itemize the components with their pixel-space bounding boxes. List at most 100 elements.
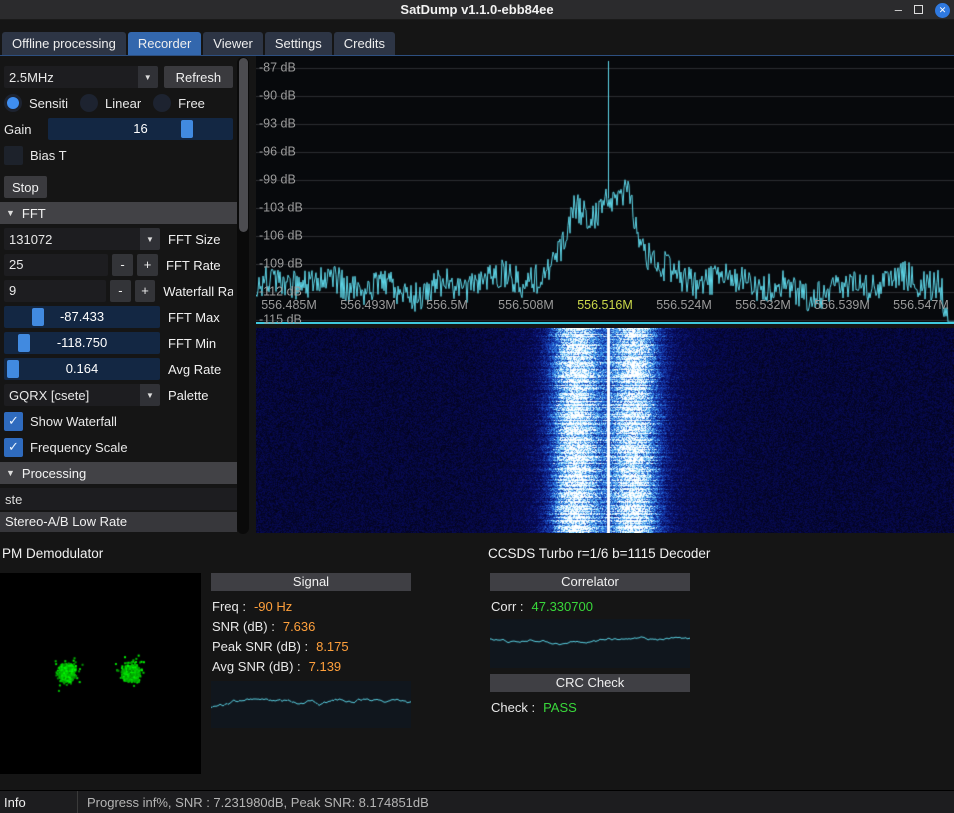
maximize-icon bbox=[914, 5, 923, 14]
crc-check-row: Check : PASS bbox=[490, 698, 690, 718]
db-tick-label: -103 dB bbox=[259, 200, 303, 214]
db-tick-label: -109 dB bbox=[259, 256, 303, 270]
gain-slider[interactable]: 16 bbox=[48, 118, 233, 140]
samplerate-combo[interactable]: 2.5MHz ▼ bbox=[4, 66, 158, 88]
freq-tick-label: 556.547M bbox=[893, 298, 949, 312]
maximize-button[interactable] bbox=[914, 0, 923, 20]
peak-snr-value: 8.175 bbox=[316, 637, 349, 657]
decoder-title: CCSDS Turbo r=1/6 b=1115 Decoder bbox=[488, 546, 710, 561]
minimize-button[interactable]: – bbox=[895, 0, 902, 20]
slider-handle[interactable] bbox=[32, 308, 44, 326]
tab-settings[interactable]: Settings bbox=[265, 32, 332, 55]
processing-section-header[interactable]: ▼ Processing bbox=[0, 462, 237, 484]
frequency-scale-checkbox[interactable]: ✓ Frequency Scale bbox=[4, 438, 128, 457]
slider-handle[interactable] bbox=[7, 360, 19, 378]
radio-label: Sensiti bbox=[29, 96, 68, 111]
refresh-button[interactable]: Refresh bbox=[164, 66, 233, 88]
radio-icon bbox=[80, 94, 98, 112]
gain-mode-free[interactable]: Free bbox=[153, 94, 205, 112]
check-value: PASS bbox=[543, 698, 577, 718]
fft-max-slider[interactable]: -87.433 bbox=[4, 306, 160, 328]
check-label: Check : bbox=[491, 698, 535, 718]
fft-spectrum[interactable]: -87 dB -90 dB -93 dB -96 dB -99 dB -103 … bbox=[256, 56, 954, 324]
crc-check-header: CRC Check bbox=[490, 674, 690, 692]
pipeline-search-input[interactable] bbox=[0, 488, 237, 510]
fft-max-value: -87.433 bbox=[4, 306, 160, 328]
processing-header-label: Processing bbox=[22, 466, 86, 481]
slider-handle[interactable] bbox=[181, 120, 193, 138]
fft-rate-plus-button[interactable]: + bbox=[137, 254, 158, 276]
pipeline-item-stereo[interactable]: Stereo-A/B Low Rate bbox=[0, 512, 237, 532]
waterfall-rate-input[interactable]: 9 bbox=[4, 280, 106, 302]
tab-offline-processing[interactable]: Offline processing bbox=[2, 32, 126, 55]
freq-tick-label: 556.485M bbox=[261, 298, 317, 312]
freq-label: Freq : bbox=[212, 597, 246, 617]
show-waterfall-label: Show Waterfall bbox=[30, 414, 117, 429]
gain-label: Gain bbox=[4, 122, 48, 137]
corr-row: Corr : 47.330700 bbox=[490, 597, 690, 617]
radio-label: Linear bbox=[105, 96, 141, 111]
fft-min-label: FFT Min bbox=[168, 336, 216, 351]
waterfall-canvas[interactable] bbox=[256, 328, 954, 533]
radio-label: Free bbox=[178, 96, 205, 111]
chevron-down-icon: ▼ bbox=[138, 66, 158, 88]
freq-tick-label: 556.5M bbox=[426, 298, 468, 312]
show-waterfall-checkbox[interactable]: ✓ Show Waterfall bbox=[4, 412, 117, 431]
correlator-history-graph bbox=[490, 619, 690, 668]
stop-button[interactable]: Stop bbox=[4, 176, 47, 198]
db-tick-label: -90 dB bbox=[259, 88, 296, 102]
sidebar: 2.5MHz ▼ Refresh Sensiti Linear bbox=[0, 56, 250, 535]
status-bar: Info Progress inf%, SNR : 7.231980dB, Pe… bbox=[0, 790, 954, 813]
fft-rate-minus-button[interactable]: - bbox=[112, 254, 133, 276]
fft-spectrum-canvas[interactable] bbox=[256, 56, 954, 324]
tab-bar: Offline processing Recorder Viewer Setti… bbox=[0, 20, 954, 56]
fft-rate-label: FFT Rate bbox=[166, 258, 221, 273]
fft-display: -87 dB -90 dB -93 dB -96 dB -99 dB -103 … bbox=[256, 56, 954, 535]
fft-section-header[interactable]: ▼ FFT bbox=[0, 202, 237, 224]
tab-viewer[interactable]: Viewer bbox=[203, 32, 263, 55]
status-message: Progress inf%, SNR : 7.231980dB, Peak SN… bbox=[78, 795, 429, 810]
db-tick-label: -96 dB bbox=[259, 144, 296, 158]
chevron-down-icon: ▼ bbox=[140, 228, 160, 250]
radio-icon bbox=[4, 94, 22, 112]
tab-recorder[interactable]: Recorder bbox=[128, 32, 201, 55]
avg-snr-value: 7.139 bbox=[309, 657, 342, 677]
sidebar-scrollbar[interactable] bbox=[237, 57, 249, 534]
gain-mode-sensitive[interactable]: Sensiti bbox=[4, 94, 68, 112]
peak-snr-label: Peak SNR (dB) : bbox=[212, 637, 308, 657]
fft-rate-input[interactable]: 25 bbox=[4, 254, 108, 276]
status-info-label: Info bbox=[0, 791, 78, 813]
bias-t-label: Bias T bbox=[30, 148, 67, 163]
avg-rate-slider[interactable]: 0.164 bbox=[4, 358, 160, 380]
avg-snr-row: Avg SNR (dB) : 7.139 bbox=[211, 657, 411, 677]
freq-tick-label-center: 556.516M bbox=[577, 298, 633, 312]
waterfall-rate-minus-button[interactable]: - bbox=[110, 280, 131, 302]
freq-tick-label: 556.493M bbox=[340, 298, 396, 312]
radio-icon bbox=[153, 94, 171, 112]
collapse-arrow-icon: ▼ bbox=[6, 208, 15, 218]
window-controls: – ✕ bbox=[895, 0, 950, 20]
signal-header: Signal bbox=[211, 573, 411, 591]
palette-value: GQRX [csete] bbox=[4, 388, 140, 403]
avg-rate-value: 0.164 bbox=[4, 358, 160, 380]
bias-t-checkbox[interactable]: Bias T bbox=[4, 146, 67, 165]
gain-mode-linear[interactable]: Linear bbox=[80, 94, 141, 112]
tab-credits[interactable]: Credits bbox=[334, 32, 395, 55]
db-tick-label: -112 dB bbox=[259, 284, 302, 298]
constellation-canvas bbox=[0, 573, 201, 774]
window-title: SatDump v1.1.0-ebb84ee bbox=[400, 2, 553, 17]
fft-min-slider[interactable]: -118.750 bbox=[4, 332, 160, 354]
frequency-scale-label: Frequency Scale bbox=[30, 440, 128, 455]
snr-row: SNR (dB) : 7.636 bbox=[211, 617, 411, 637]
correlator-panel: Correlator Corr : 47.330700 CRC Check Ch… bbox=[490, 573, 690, 718]
fft-size-value: 131072 bbox=[4, 232, 140, 247]
fft-size-combo[interactable]: 131072 ▼ bbox=[4, 228, 160, 250]
slider-handle[interactable] bbox=[18, 334, 30, 352]
checkbox-icon bbox=[4, 146, 23, 165]
palette-combo[interactable]: GQRX [csete] ▼ bbox=[4, 384, 160, 406]
freq-row: Freq : -90 Hz bbox=[211, 597, 411, 617]
close-button[interactable]: ✕ bbox=[935, 3, 950, 18]
db-tick-label: -106 dB bbox=[259, 228, 303, 242]
scrollbar-thumb[interactable] bbox=[239, 58, 248, 232]
waterfall-rate-plus-button[interactable]: + bbox=[135, 280, 156, 302]
